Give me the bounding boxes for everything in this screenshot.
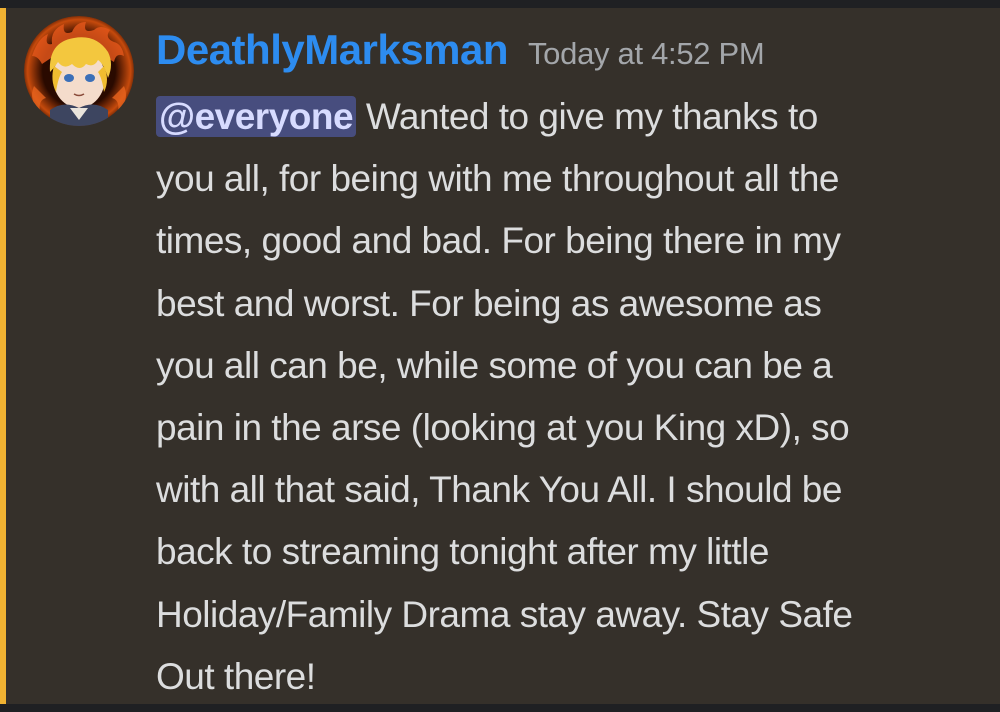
message-line: with all that said, Thank You All. I sho…	[156, 469, 842, 511]
discord-message-screenshot: DeathlyMarksman Today at 4:52 PM @everyo…	[0, 0, 1000, 712]
message-line: @everyone Wanted to give my thanks to	[156, 86, 986, 148]
username[interactable]: DeathlyMarksman	[156, 26, 508, 74]
message-line: pain in the arse (looking at you King xD…	[156, 407, 850, 449]
timestamp[interactable]: Today at 4:52 PM	[528, 36, 765, 72]
bottom-divider	[0, 704, 1000, 712]
everyone-mention[interactable]: @everyone	[156, 96, 357, 137]
message-line: you all, for being with me throughout al…	[156, 158, 839, 200]
chat-message[interactable]: DeathlyMarksman Today at 4:52 PM @everyo…	[6, 8, 1000, 704]
message-line: back to streaming tonight after my littl…	[156, 531, 769, 573]
top-divider	[0, 0, 1000, 8]
message-line: Out there!	[156, 655, 316, 697]
message-header: DeathlyMarksman Today at 4:52 PM	[156, 26, 765, 74]
message-content: @everyone Wanted to give my thanks to yo…	[156, 86, 986, 708]
message-line: times, good and bad. For being there in …	[156, 220, 841, 262]
user-avatar-icon[interactable]	[24, 16, 134, 126]
message-line: best and worst. For being as awesome as	[156, 282, 822, 324]
message-line: you all can be, while some of you can be…	[156, 344, 833, 386]
message-line-text: Wanted to give my thanks to	[356, 96, 818, 137]
message-line: Holiday/Family Drama stay away. Stay Saf…	[156, 593, 853, 635]
